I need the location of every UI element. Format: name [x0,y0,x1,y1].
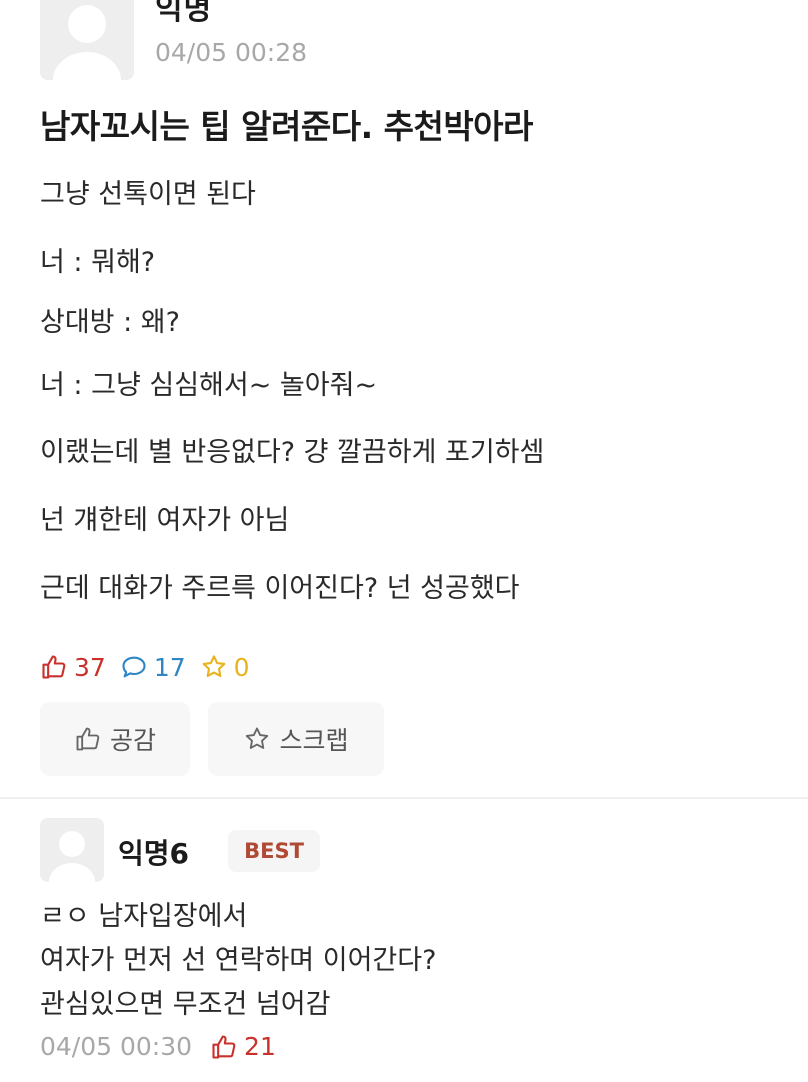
like-count: 37 [40,653,106,682]
post-avatar [40,0,134,80]
comment-body-line: ㄹㅇ 남자입장에서 [40,901,248,932]
comment-body-line: 관심있으면 무조건 넘어감 [40,989,331,1020]
avatar-icon [40,818,104,882]
post-body-line: 그냥 선톡이면 된다 [40,179,256,210]
post-time: 04/05 00:28 [155,38,308,67]
section-divider [0,797,808,799]
comment-like-value: 21 [244,1032,276,1061]
star-icon [246,727,269,749]
comment-count: 17 [120,653,186,682]
like-button-label: 공감 [109,726,156,755]
post-body-line: 넌 걔한테 여자가 아님 [40,505,290,536]
thumbs-up-icon [42,655,66,679]
scrap-count: 0 [200,653,250,682]
like-count-value: 37 [74,652,106,682]
speech-bubble-icon [122,656,146,678]
post-body-line: 너 : 그냥 심심해서~ 놀아줘~ [40,370,378,401]
post-body-line: 너 : 뭐해? [40,247,156,278]
comment-avatar [40,818,104,882]
comment-body-line: 여자가 먼저 선 연락하며 이어간다? [40,945,437,976]
post-author: 익명 [155,0,213,27]
scrap-count-value: 0 [233,652,250,682]
comment-count-value: 17 [153,652,186,682]
scrap-button-label: 스크랩 [279,726,349,755]
avatar-icon [40,0,134,80]
scrap-button[interactable]: 스크랩 [208,702,384,776]
like-button[interactable]: 공감 [40,702,190,776]
comment-like-count: 21 [210,1032,276,1061]
post-body-line: 상대방 : 왜? [40,307,180,338]
thumbs-up-icon [212,1034,236,1059]
thumbs-up-icon [76,727,100,751]
star-icon [202,655,225,678]
comment-author: 익명6 [118,837,190,870]
post-body-line: 이랬는데 별 반응없다? 걍 깔끔하게 포기하셈 [40,437,545,468]
post-title: 남자꼬시는 팁 알려준다. 추천박아라 [40,107,533,146]
comment-time: 04/05 00:30 [40,1032,193,1061]
best-badge: BEST [228,830,320,872]
post-stats: 37 17 0 [40,650,264,684]
comment-meta: 04/05 00:30 21 [40,1032,276,1061]
post-body-line: 근데 대화가 주르륵 이어진다? 넌 성공했다 [40,573,520,604]
